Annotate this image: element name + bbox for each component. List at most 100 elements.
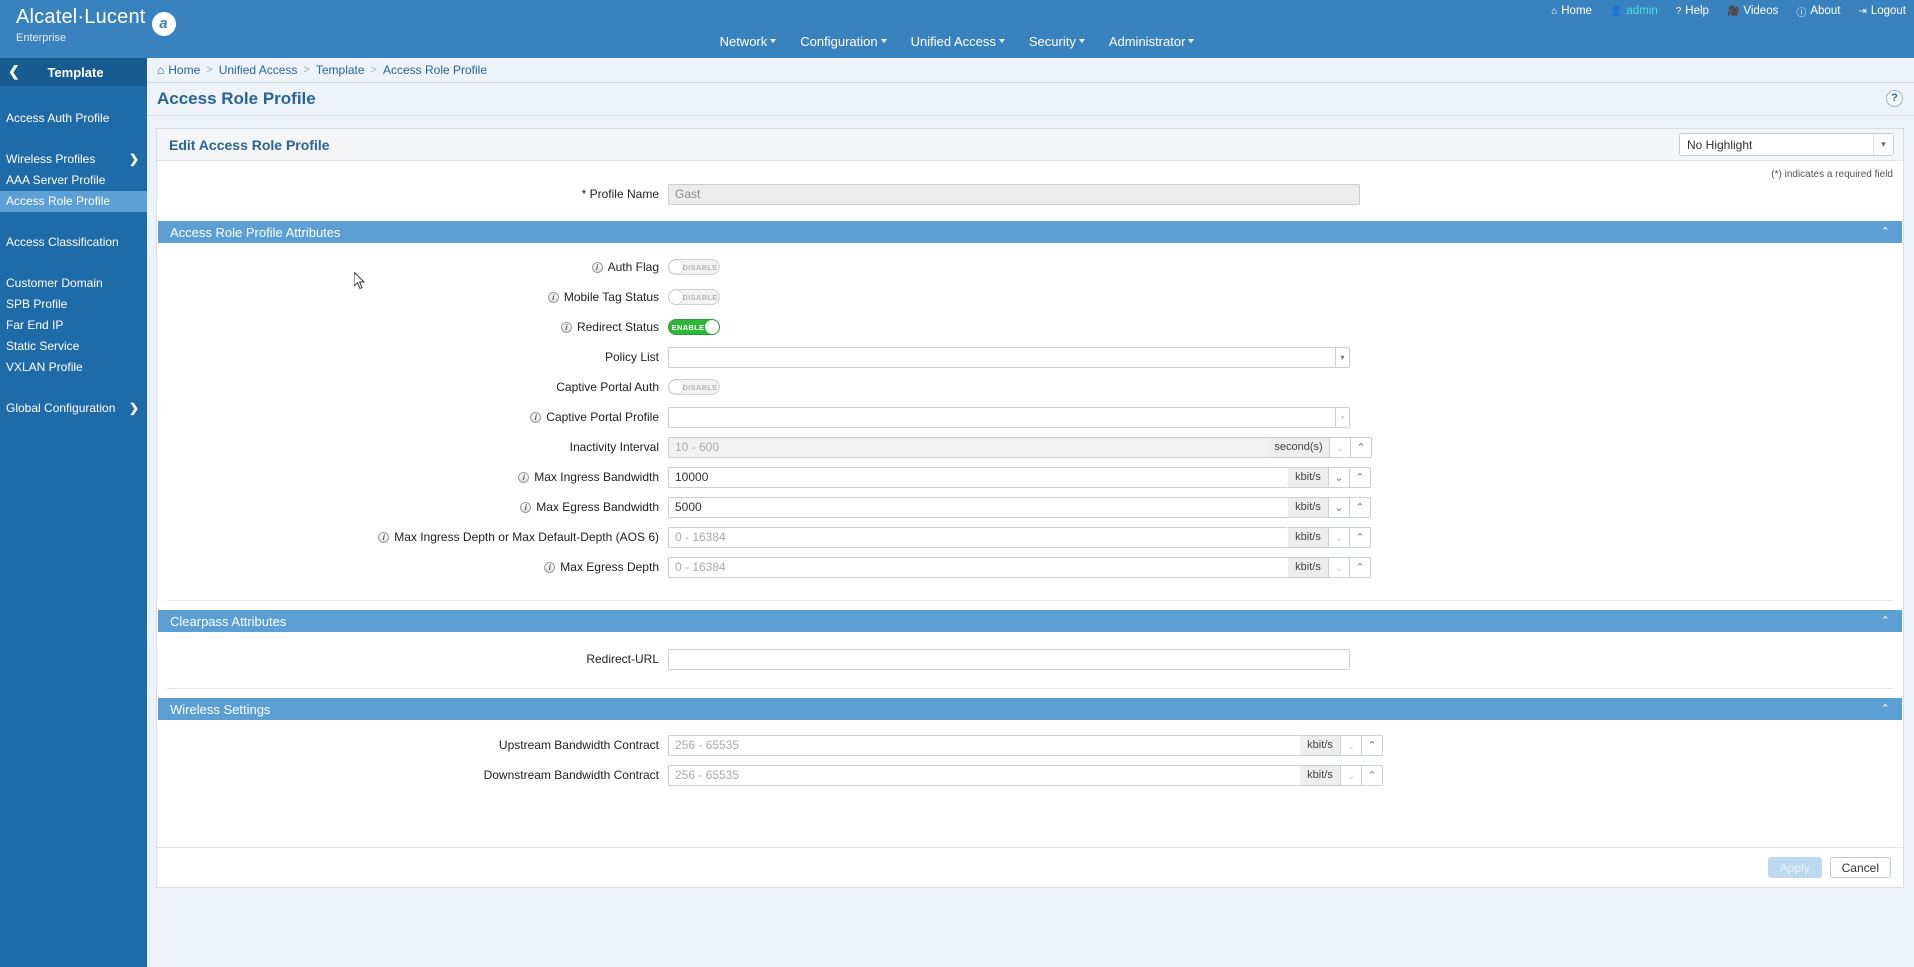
back-chevron-icon[interactable]: ❮ [8, 63, 20, 80]
edit-panel: Edit Access Role Profile No Highlight ▾ … [156, 128, 1904, 888]
section-clearpass-attributes[interactable]: Clearpass Attributes ⌃ [158, 610, 1902, 632]
nav-network[interactable]: Network [720, 34, 777, 49]
breadcrumb-unified-access[interactable]: Unified Access [219, 63, 298, 77]
nav-configuration[interactable]: Configuration [800, 33, 887, 49]
util-about[interactable]: ⓘ About [1796, 4, 1840, 19]
max-ingress-bandwidth-decrement[interactable]: ⌄ [1329, 466, 1350, 488]
max-egress-bandwidth-input[interactable] [668, 496, 1288, 518]
sidebar-item-wireless-profiles[interactable]: Wireless Profiles ❯ [0, 149, 147, 170]
profile-name-input[interactable] [668, 183, 1360, 205]
util-logout[interactable]: ⇥ Logout [1858, 5, 1906, 17]
util-videos-label: Videos [1743, 5, 1779, 17]
mobile-tag-status-toggle[interactable]: DISABLE [668, 289, 720, 305]
policy-list-dropdown-arrow[interactable]: ▾ [1335, 346, 1350, 368]
redirect-status-toggle[interactable]: ENABLE [668, 319, 720, 335]
sidebar-item-aaa-server-profile[interactable]: AAA Server Profile [0, 170, 147, 191]
inactivity-interval-increment[interactable]: ⌃ [1351, 436, 1372, 458]
downstream-bandwidth-contract-decrement[interactable]: ⌄ [1341, 764, 1362, 786]
info-icon[interactable]: i [544, 561, 556, 573]
max-egress-bandwidth-increment[interactable]: ⌃ [1350, 496, 1371, 518]
auth-flag-toggle[interactable]: DISABLE [668, 259, 720, 275]
section-wireless-settings[interactable]: Wireless Settings ⌃ [158, 698, 1902, 720]
info-icon[interactable]: i [378, 531, 390, 543]
upstream-bandwidth-contract-input[interactable] [668, 734, 1300, 756]
util-admin[interactable]: 👤 admin [1610, 5, 1658, 17]
info-icon[interactable]: i [520, 501, 532, 513]
highlight-select[interactable]: No Highlight ▾ [1679, 133, 1894, 156]
toggle-knob [669, 290, 683, 304]
sidebar-item-label: Far End IP [6, 318, 64, 332]
auth-flag-label: i Auth Flag [157, 260, 668, 274]
section-access-role-profile-attributes[interactable]: Access Role Profile Attributes ⌃ [158, 221, 1902, 243]
content-area: ⌂ Home > Unified Access > Template > Acce… [147, 58, 1914, 967]
row-max-ingress-depth: i Max Ingress Depth or Max Default-Depth … [157, 522, 1903, 552]
row-max-ingress-bandwidth: i Max Ingress Bandwidth kbit/s ⌄ ⌃ [157, 462, 1903, 492]
util-videos[interactable]: 🎥 Videos [1727, 5, 1778, 17]
sidebar-item-access-classification[interactable]: Access Classification [0, 232, 147, 253]
chevron-down-icon [998, 39, 1005, 44]
chevron-up-icon[interactable]: ⌃ [1881, 702, 1890, 715]
breadcrumb-separator: > [370, 64, 377, 76]
chevron-up-icon[interactable]: ⌃ [1881, 225, 1890, 238]
policy-list-input[interactable] [668, 346, 1335, 368]
downstream-bandwidth-contract-label: Downstream Bandwidth Contract [483, 768, 659, 782]
section-title: Wireless Settings [170, 701, 271, 717]
info-icon[interactable]: i [547, 291, 559, 303]
toggle-knob [705, 320, 719, 334]
sidebar-item-static-service[interactable]: Static Service [0, 336, 147, 357]
max-egress-depth-increment[interactable]: ⌃ [1350, 556, 1371, 578]
inactivity-interval-input[interactable] [668, 436, 1268, 458]
info-icon[interactable]: i [560, 321, 572, 333]
nav-configuration-label: Configuration [800, 33, 878, 49]
upstream-bandwidth-contract-decrement[interactable]: ⌄ [1341, 734, 1362, 756]
max-egress-depth-input[interactable] [668, 556, 1288, 578]
breadcrumb-home[interactable]: ⌂ Home [157, 63, 200, 77]
max-ingress-bandwidth-increment[interactable]: ⌃ [1350, 466, 1371, 488]
nav-security[interactable]: Security [1029, 34, 1085, 49]
help-icon[interactable]: ? [1886, 90, 1903, 107]
max-ingress-depth-input[interactable] [668, 526, 1288, 548]
captive-portal-auth-toggle[interactable]: DISABLE [668, 379, 720, 395]
inactivity-interval-decrement[interactable]: ⌄ [1330, 436, 1351, 458]
max-ingress-depth-increment[interactable]: ⌃ [1350, 526, 1371, 548]
util-home[interactable]: ⌂ Home [1551, 5, 1592, 17]
sidebar-item-global-configuration[interactable]: Global Configuration ❯ [0, 398, 147, 419]
chevron-up-icon[interactable]: ⌃ [1881, 614, 1890, 627]
redirect-status-label: i Redirect Status [157, 320, 668, 334]
upstream-bandwidth-contract-increment[interactable]: ⌃ [1362, 734, 1383, 756]
max-egress-bandwidth-label-text: Max Egress Bandwidth [536, 500, 659, 514]
nav-unified-access[interactable]: Unified Access [911, 34, 1005, 49]
captive-portal-profile-input[interactable] [668, 406, 1335, 428]
breadcrumb-template[interactable]: Template [316, 63, 365, 77]
toggle-knob [669, 380, 683, 394]
breadcrumb-home-label: Home [168, 63, 201, 77]
sidebar-item-access-auth-profile[interactable]: Access Auth Profile [0, 108, 147, 129]
sidebar-item-spb-profile[interactable]: SPB Profile [0, 294, 147, 315]
breadcrumb-access-role-profile[interactable]: Access Role Profile [383, 63, 487, 77]
info-icon[interactable]: i [591, 261, 603, 273]
downstream-bandwidth-contract-input[interactable] [668, 764, 1300, 786]
sidebar-item-customer-domain[interactable]: Customer Domain [0, 273, 147, 294]
max-egress-bandwidth-decrement[interactable]: ⌄ [1329, 496, 1350, 518]
captive-portal-auth-label: Captive Portal Auth [556, 380, 659, 394]
nav-administrator[interactable]: Administrator [1109, 34, 1195, 49]
sidebar-item-far-end-ip[interactable]: Far End IP [0, 315, 147, 336]
redirect-url-input[interactable] [668, 648, 1350, 670]
max-ingress-depth-decrement[interactable]: ⌄ [1329, 526, 1350, 548]
apply-button[interactable]: Apply [1767, 857, 1822, 878]
downstream-bandwidth-contract-increment[interactable]: ⌃ [1362, 764, 1383, 786]
top-bar: Alcatel·Lucent a Enterprise ⌂ Home 👤 admin … [0, 0, 1914, 58]
sidebar-item-vxlan-profile[interactable]: VXLAN Profile [0, 357, 147, 378]
sidebar-item-access-role-profile[interactable]: Access Role Profile [0, 191, 147, 212]
captive-portal-profile-dropdown-arrow[interactable]: ▾ [1335, 406, 1350, 428]
cancel-button[interactable]: Cancel [1829, 857, 1891, 878]
util-home-label: Home [1561, 5, 1592, 17]
row-max-egress-depth: i Max Egress Depth kbit/s ⌄ ⌃ [157, 552, 1903, 582]
util-help[interactable]: ? Help [1676, 5, 1709, 17]
max-ingress-bandwidth-input[interactable] [668, 466, 1288, 488]
row-redirect-url: Redirect-URL [157, 644, 1903, 674]
max-egress-depth-decrement[interactable]: ⌄ [1329, 556, 1350, 578]
sidebar-item-label: VXLAN Profile [6, 360, 83, 374]
info-icon[interactable]: i [518, 471, 530, 483]
info-icon[interactable]: i [530, 411, 542, 423]
